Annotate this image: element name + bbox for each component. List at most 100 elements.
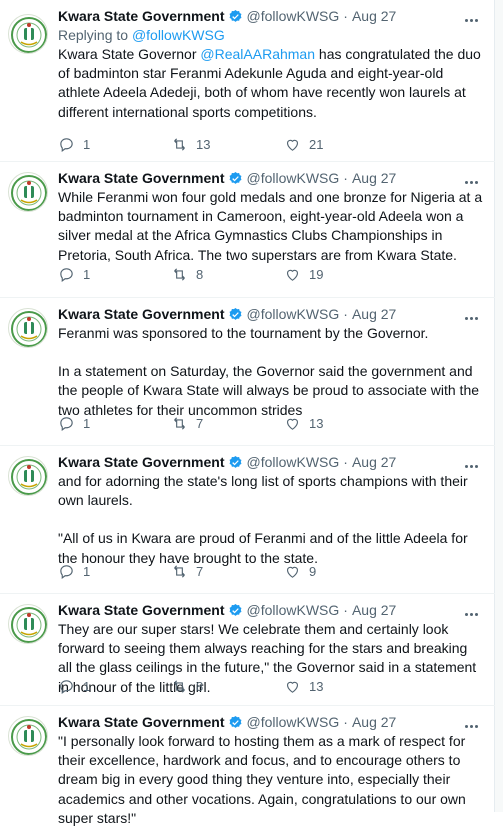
tweet-paragraph: Feranmi was sponsored to the tournament … xyxy=(58,325,429,341)
tweet-date[interactable]: Aug 27 xyxy=(352,170,396,186)
reply-icon xyxy=(60,138,73,153)
more-options-icon[interactable] xyxy=(465,310,487,324)
retweet-button[interactable]: 7 xyxy=(171,563,284,580)
avatar[interactable] xyxy=(8,308,48,348)
kwara-seal-icon xyxy=(11,719,47,755)
like-button[interactable]: 13 xyxy=(284,415,397,432)
replying-to-label: Replying to xyxy=(58,27,132,43)
retweet-count: 7 xyxy=(196,416,204,431)
author-handle[interactable]: @followKWSG xyxy=(247,8,340,24)
author-name[interactable]: Kwara State Government xyxy=(58,602,225,618)
replying-to-link[interactable]: @followKWSG xyxy=(132,27,225,43)
author-handle[interactable]: @followKWSG xyxy=(247,714,340,730)
more-options-icon[interactable] xyxy=(465,458,487,472)
like-count: 9 xyxy=(309,564,317,579)
like-count: 13 xyxy=(309,416,324,431)
separator-dot: · xyxy=(343,8,348,24)
reply-button[interactable]: 1 xyxy=(58,563,171,580)
tweet[interactable]: Kwara State Government @followKWSG · Aug… xyxy=(0,0,495,162)
like-button[interactable]: 21 xyxy=(284,136,397,153)
author-handle[interactable]: @followKWSG xyxy=(247,602,340,618)
tweet[interactable]: Kwara State Government @followKWSG · Aug… xyxy=(0,706,495,826)
author-name[interactable]: Kwara State Government xyxy=(58,170,225,186)
like-button[interactable]: 13 xyxy=(284,678,397,695)
like-count: 21 xyxy=(309,137,324,152)
scrollbar-track[interactable] xyxy=(494,0,503,812)
author-handle[interactable]: @followKWSG xyxy=(247,306,340,322)
avatar[interactable] xyxy=(8,604,48,644)
tweet-date[interactable]: Aug 27 xyxy=(352,602,396,618)
retweet-icon xyxy=(174,268,185,281)
like-button[interactable]: 19 xyxy=(284,266,397,283)
avatar[interactable] xyxy=(8,456,48,496)
mention-link[interactable]: @RealAARahman xyxy=(200,46,315,62)
more-options-icon[interactable] xyxy=(465,12,487,26)
author-name[interactable]: Kwara State Government xyxy=(58,8,225,24)
separator-dot: · xyxy=(343,714,348,730)
more-options-icon[interactable] xyxy=(465,174,487,188)
tweet-paragraph: "I personally look forward to hosting th… xyxy=(58,733,466,826)
author-handle[interactable]: @followKWSG xyxy=(247,170,340,186)
tweet-date[interactable]: Aug 27 xyxy=(352,306,396,322)
tweet-text: Feranmi was sponsored to the tournament … xyxy=(58,324,485,420)
tweet-paragraph: In a statement on Saturday, the Governor… xyxy=(58,363,480,418)
heart-icon xyxy=(286,269,299,281)
kwara-seal-icon xyxy=(11,17,47,53)
avatar[interactable] xyxy=(8,172,48,212)
avatar[interactable] xyxy=(8,14,48,54)
tweet-date[interactable]: Aug 27 xyxy=(352,714,396,730)
more-options-icon[interactable] xyxy=(465,606,487,620)
reply-count: 1 xyxy=(83,137,91,152)
tweet-date[interactable]: Aug 27 xyxy=(352,8,396,24)
retweet-count: 7 xyxy=(196,564,204,579)
author-handle[interactable]: @followKWSG xyxy=(247,454,340,470)
reply-count: 1 xyxy=(83,267,91,282)
tweet-text: and for adorning the state's long list o… xyxy=(58,472,485,568)
avatar[interactable] xyxy=(8,716,48,756)
tweet-paragraph: While Feranmi won four gold medals and o… xyxy=(58,189,483,263)
retweet-button[interactable]: 8 xyxy=(171,678,284,695)
retweet-button[interactable]: 8 xyxy=(171,266,284,283)
tweet[interactable]: Kwara State Government @followKWSG · Aug… xyxy=(0,446,495,594)
tweet-text: "I personally look forward to hosting th… xyxy=(58,732,485,828)
kwara-seal-icon xyxy=(11,607,47,643)
separator-dot: · xyxy=(343,454,348,470)
kwara-seal-icon xyxy=(11,175,47,211)
retweet-icon xyxy=(174,680,185,693)
reply-button[interactable]: 1 xyxy=(58,415,171,432)
kwara-seal-icon xyxy=(11,311,47,347)
retweet-count: 13 xyxy=(196,137,211,152)
verified-badge-icon xyxy=(228,171,243,186)
reply-icon xyxy=(60,565,73,580)
reply-icon xyxy=(60,268,73,283)
reply-count: 1 xyxy=(83,416,91,431)
author-name[interactable]: Kwara State Government xyxy=(58,714,225,730)
retweet-count: 8 xyxy=(196,267,204,282)
tweet-paragraph: and for adorning the state's long list o… xyxy=(58,473,468,509)
more-options-icon[interactable] xyxy=(465,718,487,732)
like-count: 19 xyxy=(309,267,324,282)
verified-badge-icon xyxy=(228,307,243,322)
separator-dot: · xyxy=(343,602,348,618)
tweet[interactable]: Kwara State Government @followKWSG · Aug… xyxy=(0,162,495,298)
retweet-count: 8 xyxy=(196,679,204,694)
tweet[interactable]: Kwara State Government @followKWSG · Aug… xyxy=(0,298,495,446)
like-button[interactable]: 9 xyxy=(284,563,397,580)
verified-badge-icon xyxy=(228,9,243,24)
verified-badge-icon xyxy=(228,715,243,730)
tweet[interactable]: Kwara State Government @followKWSG · Aug… xyxy=(0,594,495,706)
author-name[interactable]: Kwara State Government xyxy=(58,454,225,470)
reply-count: 1 xyxy=(83,679,91,694)
reply-button[interactable]: 1 xyxy=(58,678,171,695)
author-name[interactable]: Kwara State Government xyxy=(58,306,225,322)
reply-button[interactable]: 1 xyxy=(58,136,171,153)
heart-icon xyxy=(286,418,299,430)
retweet-button[interactable]: 7 xyxy=(171,415,284,432)
retweet-button[interactable]: 13 xyxy=(171,136,284,153)
separator-dot: · xyxy=(343,170,348,186)
tweet-date[interactable]: Aug 27 xyxy=(352,454,396,470)
reply-button[interactable]: 1 xyxy=(58,266,171,283)
reply-icon xyxy=(60,417,73,432)
like-count: 13 xyxy=(309,679,324,694)
tweet-text: Kwara State Governor @RealAARahman has c… xyxy=(58,45,485,122)
